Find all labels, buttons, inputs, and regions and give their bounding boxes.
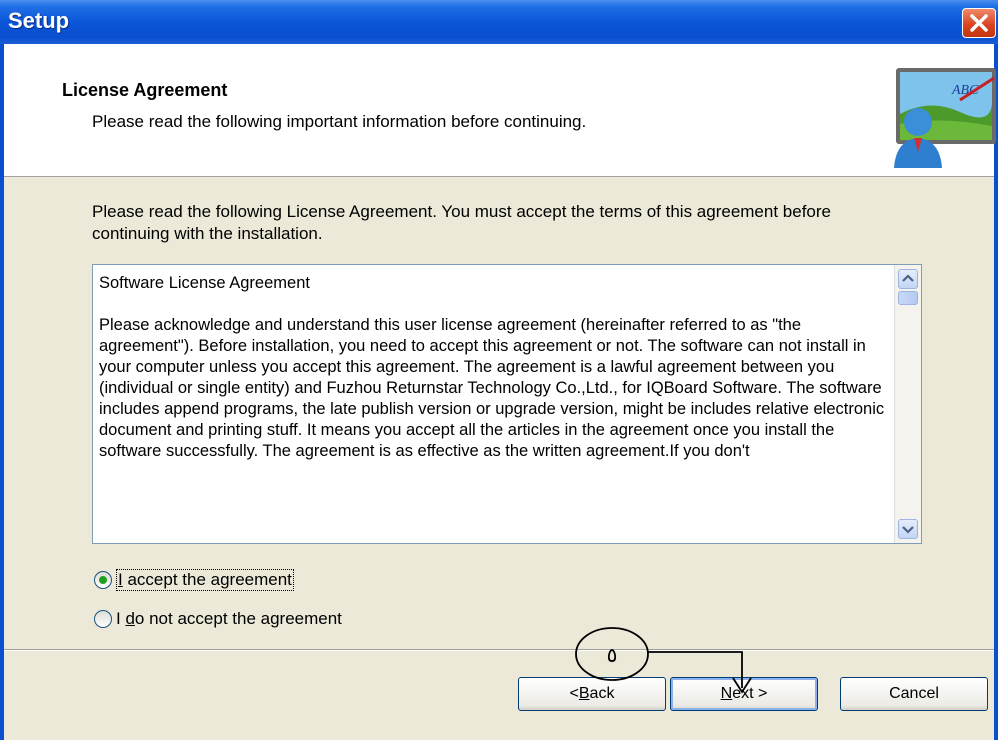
annotation-arrow xyxy=(648,651,743,688)
annotation-label: ٥ xyxy=(607,643,618,667)
annotation-overlay: ٥ xyxy=(575,627,752,694)
